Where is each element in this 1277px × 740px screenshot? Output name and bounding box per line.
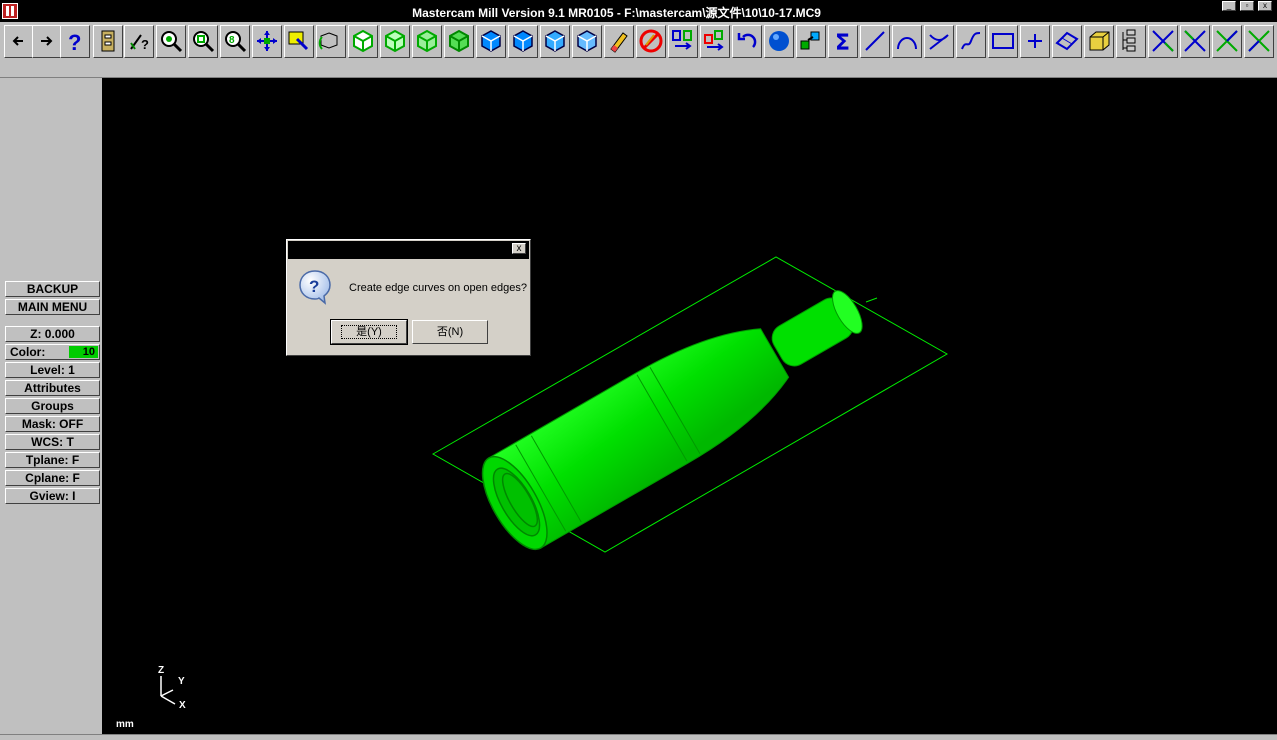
line-icon[interactable] bbox=[860, 25, 890, 58]
fillet-icon[interactable] bbox=[924, 25, 954, 58]
level-button[interactable]: Level: 1 bbox=[5, 362, 100, 378]
svg-text:?: ? bbox=[309, 277, 319, 296]
transform-copy-icon[interactable] bbox=[700, 25, 730, 58]
view-cube-side-icon[interactable] bbox=[444, 25, 474, 58]
svg-text:Σ: Σ bbox=[835, 31, 850, 56]
cube-shaded-2-icon[interactable] bbox=[508, 25, 538, 58]
view-cube-front-icon[interactable] bbox=[412, 25, 442, 58]
restore-button[interactable]: ▫ bbox=[1240, 1, 1254, 11]
confirm-dialog: x ? Create edge curves on open edges? 是(… bbox=[286, 239, 531, 356]
help-icon[interactable]: ? bbox=[60, 25, 90, 58]
zoom-icon[interactable] bbox=[156, 25, 186, 58]
break-2-icon[interactable] bbox=[1244, 25, 1274, 58]
svg-text:?: ? bbox=[141, 37, 149, 52]
cube-shaded-4-icon[interactable] bbox=[572, 25, 602, 58]
view-cube-top-icon[interactable] bbox=[380, 25, 410, 58]
view-cube-iso-icon[interactable] bbox=[348, 25, 378, 58]
yes-button[interactable]: 是(Y) bbox=[330, 319, 408, 345]
tree-icon[interactable] bbox=[1116, 25, 1146, 58]
toolbar-spacer bbox=[0, 62, 1277, 78]
yes-button-label: 是(Y) bbox=[341, 325, 397, 339]
zoom-fit-icon[interactable]: 8 bbox=[220, 25, 250, 58]
color-button[interactable]: Color: 10 bbox=[5, 344, 100, 360]
pointer-help-icon[interactable]: ? bbox=[124, 25, 154, 58]
trim-2-icon[interactable] bbox=[1180, 25, 1210, 58]
sphere-icon[interactable] bbox=[764, 25, 794, 58]
sigma-icon[interactable]: Σ bbox=[828, 25, 858, 58]
surface-icon[interactable] bbox=[1052, 25, 1082, 58]
graphics-viewport[interactable]: Z Y X mm bbox=[102, 78, 1277, 734]
zoom-window-icon[interactable] bbox=[188, 25, 218, 58]
backup-button[interactable]: BACKUP bbox=[5, 281, 100, 297]
break-icon[interactable] bbox=[1212, 25, 1242, 58]
mask-button[interactable]: Mask: OFF bbox=[5, 416, 100, 432]
no-button[interactable]: 否(N) bbox=[412, 320, 488, 344]
point-icon[interactable] bbox=[1020, 25, 1050, 58]
back-arrow-icon[interactable] bbox=[4, 25, 34, 58]
axis-triad-icon bbox=[160, 676, 176, 705]
groups-button[interactable]: Groups bbox=[5, 398, 100, 414]
status-strip bbox=[0, 734, 1277, 740]
spline-icon[interactable] bbox=[956, 25, 986, 58]
cube-shaded-3-icon[interactable] bbox=[540, 25, 570, 58]
color-swatch: 10 bbox=[69, 346, 98, 358]
pan-icon[interactable] bbox=[252, 25, 282, 58]
file-cabinet-icon[interactable] bbox=[93, 25, 123, 58]
arc-icon[interactable] bbox=[892, 25, 922, 58]
cube-shaded-1-icon[interactable] bbox=[476, 25, 506, 58]
select-icon[interactable] bbox=[284, 25, 314, 58]
rectangle-icon[interactable] bbox=[988, 25, 1018, 58]
axis-x-label: X bbox=[179, 700, 186, 711]
axis-y-label: Y bbox=[178, 676, 185, 687]
title-bar: Mastercam Mill Version 9.1 MR0105 - F:\m… bbox=[0, 0, 1277, 22]
forward-arrow-icon[interactable] bbox=[32, 25, 62, 58]
units-label: mm bbox=[116, 719, 134, 730]
axis-z-label: Z bbox=[158, 665, 165, 676]
no-delete-icon[interactable] bbox=[636, 25, 666, 58]
color-label: Color: bbox=[10, 345, 46, 359]
z-depth-button[interactable]: Z: 0.000 bbox=[5, 326, 100, 342]
tplane-button[interactable]: Tplane: F bbox=[5, 452, 100, 468]
minimize-button[interactable]: _ bbox=[1222, 1, 1236, 11]
toolbar: ? ? 8 Σ bbox=[0, 22, 1277, 63]
main-menu-button[interactable]: MAIN MENU bbox=[5, 299, 100, 315]
cplane-button[interactable]: Cplane: F bbox=[5, 470, 100, 486]
axis-stub bbox=[865, 297, 878, 303]
window-title: Mastercam Mill Version 9.1 MR0105 - F:\m… bbox=[412, 6, 821, 20]
close-button[interactable]: x bbox=[1258, 1, 1272, 11]
transform-icon[interactable] bbox=[668, 25, 698, 58]
eraser-icon[interactable] bbox=[604, 25, 634, 58]
main-menu-panel: BACKUP MAIN MENU Z: 0.000 Color: 10 Leve… bbox=[0, 78, 102, 734]
wcs-button[interactable]: WCS: T bbox=[5, 434, 100, 450]
question-icon: ? bbox=[299, 270, 331, 305]
solid-block-icon[interactable] bbox=[1084, 25, 1114, 58]
undo-icon[interactable] bbox=[732, 25, 762, 58]
solid-ops-icon[interactable] bbox=[796, 25, 826, 58]
trim-icon[interactable] bbox=[1148, 25, 1178, 58]
rotate-icon[interactable] bbox=[316, 25, 346, 58]
bottle-model bbox=[431, 256, 949, 553]
svg-text:?: ? bbox=[68, 30, 81, 55]
dialog-title-bar: x bbox=[288, 241, 529, 259]
svg-text:8: 8 bbox=[229, 35, 235, 46]
gview-button[interactable]: Gview: I bbox=[5, 488, 100, 504]
dialog-message: Create edge curves on open edges? bbox=[349, 282, 527, 294]
dialog-close-button[interactable]: x bbox=[512, 243, 526, 254]
attributes-button[interactable]: Attributes bbox=[5, 380, 100, 396]
